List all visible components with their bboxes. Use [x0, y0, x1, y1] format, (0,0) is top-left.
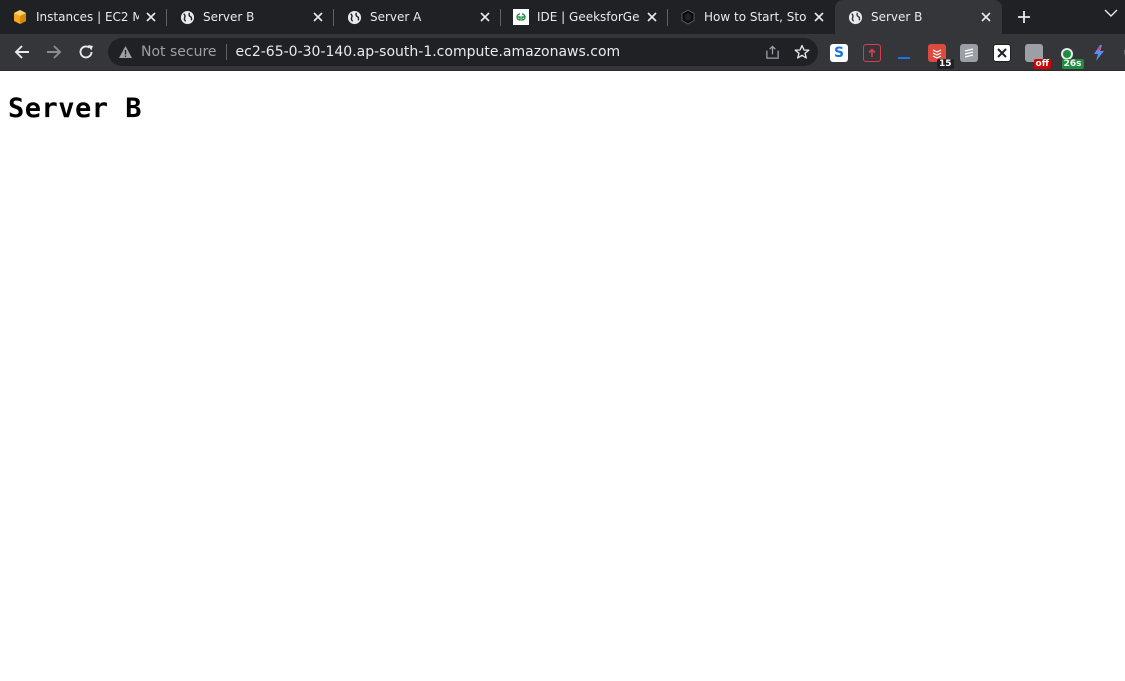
reload-icon [78, 44, 94, 60]
tab-strip: Instances | EC2 Man Server B [0, 0, 1125, 34]
tab-search-button[interactable] [1103, 5, 1119, 21]
gfg-logo-icon [513, 9, 529, 25]
close-icon[interactable] [644, 9, 660, 25]
omnibox-divider [225, 44, 227, 60]
back-button[interactable] [8, 38, 36, 66]
browser-toolbar: Not secure ec2-65-0-30-140.ap-south-1.co… [0, 34, 1125, 71]
tab-title: Server B [871, 10, 923, 24]
url-text[interactable]: ec2-65-0-30-140.ap-south-1.compute.amazo… [236, 44, 621, 60]
off-extension-icon[interactable]: off [1025, 44, 1051, 69]
hex-logo-icon [680, 9, 696, 25]
address-bar[interactable]: Not secure ec2-65-0-30-140.ap-south-1.co… [108, 38, 818, 66]
page-heading: Server B [8, 93, 143, 124]
extensions-bar: S 15 off 26s [830, 43, 1125, 69]
tab-ide-geeksforgeeks[interactable]: IDE | GeeksforGeeks [501, 0, 668, 34]
extension-badge: 15 [936, 59, 954, 69]
s-extension-icon[interactable]: S [830, 44, 848, 62]
browser-window: Instances | EC2 Man Server B [0, 0, 1125, 681]
timer-extension-icon[interactable]: 26s [1058, 44, 1084, 69]
page-content: Server B [0, 71, 1125, 681]
tab-title: Server B [203, 10, 255, 24]
arrow-right-icon [46, 44, 62, 60]
tab-instances-ec2[interactable]: Instances | EC2 Man [0, 0, 167, 34]
globe-icon [847, 9, 863, 25]
globe-icon [346, 9, 362, 25]
globe-icon [179, 9, 195, 25]
new-tab-button[interactable] [1010, 3, 1038, 31]
tab-how-to-start-stop[interactable]: How to Start, Stop, [668, 0, 835, 34]
warning-triangle-icon [118, 45, 133, 59]
tab-server-b-active[interactable]: Server B [835, 0, 1002, 34]
close-icon[interactable] [310, 9, 326, 25]
x-box-extension-icon[interactable] [992, 44, 1011, 62]
extension-badge: 26s [1061, 59, 1084, 69]
lightning-extension-icon[interactable] [1090, 44, 1108, 62]
close-icon[interactable] [811, 9, 827, 25]
tab-server-b[interactable]: Server B [167, 0, 334, 34]
extension-badge: off [1033, 59, 1051, 69]
security-indicator[interactable]: Not secure [118, 44, 217, 60]
aws-cube-icon [12, 9, 28, 25]
share-icon[interactable] [764, 44, 780, 60]
close-icon[interactable] [143, 9, 159, 25]
forward-button[interactable] [40, 38, 68, 66]
reload-button[interactable] [72, 38, 100, 66]
tab-title: How to Start, Stop, [704, 10, 807, 24]
bookmark-star-icon[interactable] [794, 44, 810, 60]
tab-server-a[interactable]: Server A [334, 0, 501, 34]
close-icon[interactable] [978, 9, 994, 25]
tab-title: IDE | GeeksforGeeks [537, 10, 640, 24]
not-secure-label: Not secure [141, 44, 217, 60]
omnibox-actions [764, 44, 810, 60]
chevron-down-icon [1104, 8, 1118, 18]
arrow-left-icon [14, 44, 30, 60]
todoist-extension-icon[interactable]: 15 [927, 44, 954, 69]
tab-title: Instances | EC2 Man [36, 10, 139, 24]
stack-extension-icon[interactable] [960, 44, 978, 62]
plus-icon [1017, 10, 1031, 24]
upload-extension-icon[interactable] [862, 44, 881, 62]
underscore-extension-icon[interactable] [895, 44, 913, 62]
tab-title: Server A [370, 10, 422, 24]
close-icon[interactable] [477, 9, 493, 25]
